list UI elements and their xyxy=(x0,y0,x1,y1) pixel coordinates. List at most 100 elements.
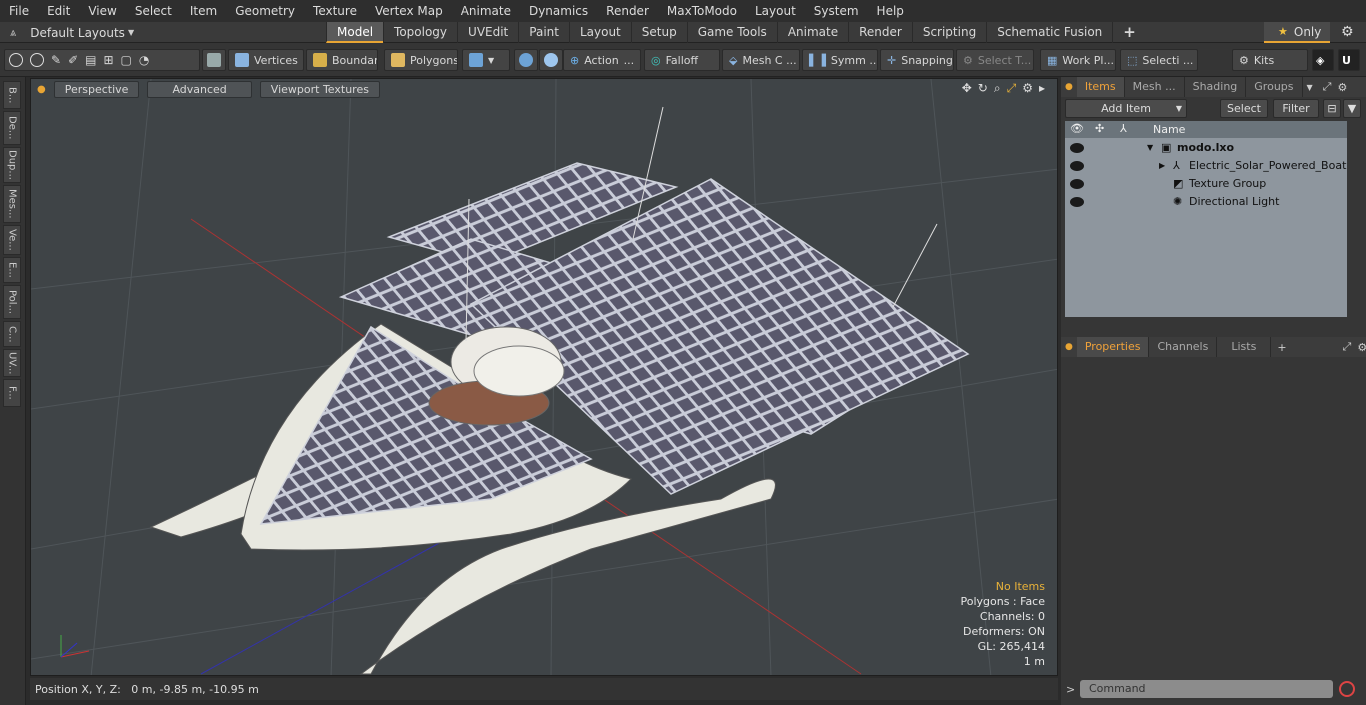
tab-render[interactable]: Render xyxy=(848,22,912,43)
menu-view[interactable]: View xyxy=(79,0,125,22)
pen-icon[interactable]: ✎ xyxy=(51,53,61,67)
tool-tab-deform[interactable]: De... xyxy=(3,111,21,145)
symmetry-button[interactable]: ▌▐ Symm ... xyxy=(802,49,878,71)
rotate-icon[interactable]: ↻ xyxy=(978,81,988,96)
eye-icon[interactable] xyxy=(1070,197,1084,207)
stack-icon[interactable]: ▤ xyxy=(85,53,96,67)
expand-arrow-icon[interactable]: ▶ xyxy=(1159,157,1165,175)
record-icon[interactable] xyxy=(1339,681,1355,697)
tab-paint[interactable]: Paint xyxy=(518,22,569,43)
menu-select[interactable]: Select xyxy=(126,0,181,22)
snapping-button[interactable]: ✛ Snapping xyxy=(880,49,954,71)
tool-tab-polygon[interactable]: Pol... xyxy=(3,285,21,319)
circle-select-icon[interactable] xyxy=(9,53,23,67)
tree-row-light[interactable]: ✺ Directional Light xyxy=(1065,193,1347,211)
tool-tab-duplicate[interactable]: Dup... xyxy=(3,147,21,183)
tab-game-tools[interactable]: Game Tools xyxy=(686,22,777,43)
menu-render[interactable]: Render xyxy=(597,0,658,22)
item-mode-button[interactable] xyxy=(202,49,226,71)
menu-layout[interactable]: Layout xyxy=(746,0,805,22)
tool-tab-vertex[interactable]: Ve... xyxy=(3,225,21,255)
gear-icon[interactable]: ⚙ xyxy=(1341,24,1354,40)
add-tab-button[interactable]: + xyxy=(1112,22,1146,43)
layouts-dropdown[interactable]: ⩓ Default Layouts ▼ xyxy=(0,22,160,43)
menu-animate[interactable]: Animate xyxy=(452,0,520,22)
viewport-menu-dot[interactable]: ● xyxy=(37,84,46,95)
tab-shading[interactable]: Shading xyxy=(1185,77,1247,97)
gear-icon[interactable]: ⚙ xyxy=(1357,341,1366,354)
funnel-icon[interactable]: ▼ xyxy=(1343,99,1361,118)
menu-help[interactable]: Help xyxy=(868,0,913,22)
viewport-textures-button[interactable]: Viewport Textures xyxy=(259,80,380,98)
menu-texture[interactable]: Texture xyxy=(304,0,366,22)
play-icon[interactable]: ▸ xyxy=(1039,81,1045,96)
tree-row-mesh[interactable]: ▶ ⅄ Electric_Solar_Powered_Boat ... xyxy=(1065,157,1347,175)
tab-model[interactable]: Model xyxy=(326,22,384,43)
menu-vertex-map[interactable]: Vertex Map xyxy=(366,0,452,22)
panel-menu-dot[interactable]: ● xyxy=(1061,82,1077,92)
menu-edit[interactable]: Edit xyxy=(38,0,79,22)
tool-tab-mesh[interactable]: Mes... xyxy=(3,185,21,223)
3d-viewport[interactable]: ● Perspective Advanced Viewport Textures… xyxy=(30,78,1058,676)
tab-channels[interactable]: Channels xyxy=(1149,337,1218,357)
unreal-button[interactable]: U xyxy=(1338,49,1360,71)
polygons-button[interactable]: Polygons xyxy=(384,49,458,71)
chevron-down-icon[interactable]: ▼ xyxy=(1307,83,1313,92)
clock-icon[interactable]: ◔ xyxy=(139,53,149,67)
only-toggle[interactable]: ★ Only xyxy=(1264,22,1330,43)
crosshair-icon[interactable]: ⊞ xyxy=(103,53,113,67)
tab-animate[interactable]: Animate xyxy=(776,22,848,43)
tab-uvedit[interactable]: UVEdit xyxy=(457,22,518,43)
panel-menu-dot[interactable]: ● xyxy=(1061,342,1077,352)
add-tab-icon[interactable]: + xyxy=(1277,341,1286,354)
vertices-button[interactable]: Vertices xyxy=(228,49,304,71)
command-input[interactable]: Command xyxy=(1080,680,1333,698)
advanced-button[interactable]: Advanced xyxy=(147,80,252,98)
expand-icon[interactable]: ⤢ xyxy=(1323,80,1332,94)
tool-tab-fusion[interactable]: F... xyxy=(3,379,21,407)
tool-tab-basic[interactable]: B... xyxy=(3,81,21,109)
action-center-button[interactable]: ⊕ Action... xyxy=(563,49,641,71)
filter-button[interactable]: Filter xyxy=(1273,99,1319,118)
globe-icon[interactable] xyxy=(30,53,44,67)
symmetry-toggle-1[interactable] xyxy=(514,49,538,71)
menu-maxtomodo[interactable]: MaxToModo xyxy=(658,0,746,22)
unity-button[interactable]: ◈ xyxy=(1312,49,1334,71)
tree-row-scene[interactable]: ▼ ▣ modo.lxo xyxy=(1065,139,1347,157)
move-icon[interactable]: ✥ xyxy=(962,81,972,96)
gear-icon[interactable]: ⚙ xyxy=(1337,81,1347,94)
eye-icon[interactable] xyxy=(1070,179,1084,189)
zoom-icon[interactable]: ⌕ xyxy=(994,81,1001,96)
tab-groups[interactable]: Groups xyxy=(1246,77,1303,97)
tab-properties[interactable]: Properties xyxy=(1076,337,1150,357)
kits-button[interactable]: ⚙ Kits xyxy=(1232,49,1308,71)
tab-setup[interactable]: Setup xyxy=(630,22,687,43)
expand-icon[interactable]: ⤢ xyxy=(1343,340,1352,354)
perspective-button[interactable]: Perspective xyxy=(53,80,140,98)
menu-file[interactable]: File xyxy=(0,0,38,22)
collapse-icon[interactable]: ⊟ xyxy=(1323,99,1341,118)
tab-scripting[interactable]: Scripting xyxy=(911,22,986,43)
symmetry-toggle-2[interactable] xyxy=(539,49,563,71)
tool-tab-curve[interactable]: C... xyxy=(3,321,21,347)
brush-icon[interactable]: ✐ xyxy=(68,53,78,67)
eye-icon[interactable] xyxy=(1070,161,1084,171)
maximize-icon[interactable]: ⤢ xyxy=(1007,81,1017,96)
menu-geometry[interactable]: Geometry xyxy=(226,0,304,22)
menu-dynamics[interactable]: Dynamics xyxy=(520,0,597,22)
tab-layout[interactable]: Layout xyxy=(568,22,631,43)
select-button[interactable]: Select xyxy=(1220,99,1268,118)
material-mode-button[interactable]: ▼ xyxy=(462,49,510,71)
tool-tab-uv[interactable]: UV... xyxy=(3,349,21,377)
eye-icon[interactable] xyxy=(1070,143,1084,153)
select-through-button[interactable]: ⚙ Select T... xyxy=(956,49,1034,71)
menu-system[interactable]: System xyxy=(805,0,868,22)
add-item-button[interactable]: Add Item ▼ xyxy=(1065,99,1187,118)
tab-lists[interactable]: Lists xyxy=(1217,337,1272,357)
selection-sets-button[interactable]: ⬚ Selecti ... xyxy=(1120,49,1198,71)
boundary-button[interactable]: Boundary xyxy=(306,49,378,71)
tree-row-texture-group[interactable]: ◩ Texture Group xyxy=(1065,175,1347,193)
mesh-constraints-button[interactable]: ⬙ Mesh C ... xyxy=(722,49,800,71)
gear-icon[interactable]: ⚙ xyxy=(1022,81,1033,96)
work-plane-button[interactable]: ▦ Work Pl... xyxy=(1040,49,1116,71)
